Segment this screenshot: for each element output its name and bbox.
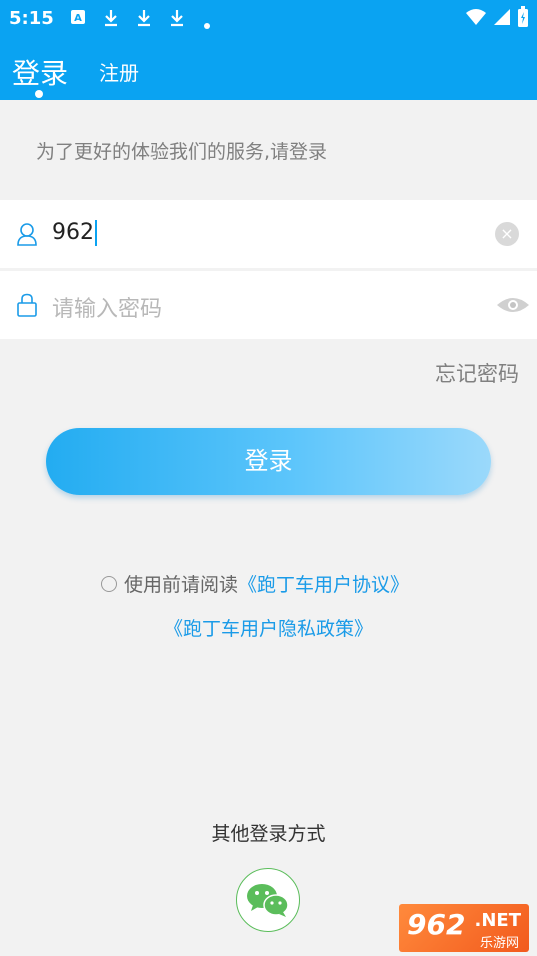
wechat-icon: [247, 884, 289, 917]
login-hint: 为了更好的体验我们的服务,请登录: [36, 141, 328, 163]
download-icon: [136, 9, 152, 31]
username-field[interactable]: 962 ×: [0, 200, 537, 268]
download-icon: [169, 9, 185, 31]
svg-text:A: A: [74, 13, 82, 24]
privacy-row: 《跑丁车用户隐私政策》: [0, 614, 537, 641]
username-input[interactable]: 962: [52, 220, 97, 246]
tab-register[interactable]: 注册: [99, 57, 139, 86]
a-icon: A: [70, 9, 86, 29]
signal-icon: [493, 8, 511, 30]
status-bar: 5:15 A: [0, 0, 537, 38]
watermark-number: 962: [407, 908, 466, 941]
watermark-logo: 962 .NET 乐游网: [399, 904, 529, 952]
tab-indicator: [35, 90, 43, 98]
eye-icon[interactable]: [495, 293, 531, 317]
username-value: 962: [52, 220, 94, 245]
watermark-site: 乐游网: [479, 936, 519, 951]
privacy-policy-link[interactable]: 《跑丁车用户隐私政策》: [164, 618, 373, 640]
agreement-prefix: 使用前请阅读: [124, 574, 239, 596]
download-icon: [103, 9, 119, 31]
watermark-net: .NET: [474, 910, 521, 931]
forgot-password-link[interactable]: 忘记密码: [435, 358, 519, 388]
agreement-row: 使用前请阅读 《跑丁车用户协议》: [101, 570, 409, 597]
agree-radio[interactable]: [101, 575, 117, 592]
status-time: 5:15: [9, 8, 54, 29]
other-login-title: 其他登录方式: [211, 823, 326, 845]
lock-icon: [16, 293, 38, 317]
dot-icon: [204, 14, 210, 33]
password-field[interactable]: 请输入密码: [0, 271, 537, 339]
wifi-icon: [465, 8, 487, 30]
app-header: 登录 注册: [0, 38, 537, 100]
clear-icon[interactable]: ×: [495, 222, 519, 246]
login-button[interactable]: 登录: [46, 428, 491, 495]
wechat-login-button[interactable]: [236, 868, 300, 932]
tab-login[interactable]: 登录: [12, 52, 68, 92]
user-agreement-link[interactable]: 《跑丁车用户协议》: [238, 570, 409, 597]
status-right: [465, 6, 529, 32]
battery-icon: [517, 6, 529, 32]
text-cursor: [95, 220, 97, 246]
password-input[interactable]: 请输入密码: [52, 291, 162, 323]
user-icon: [16, 222, 38, 246]
